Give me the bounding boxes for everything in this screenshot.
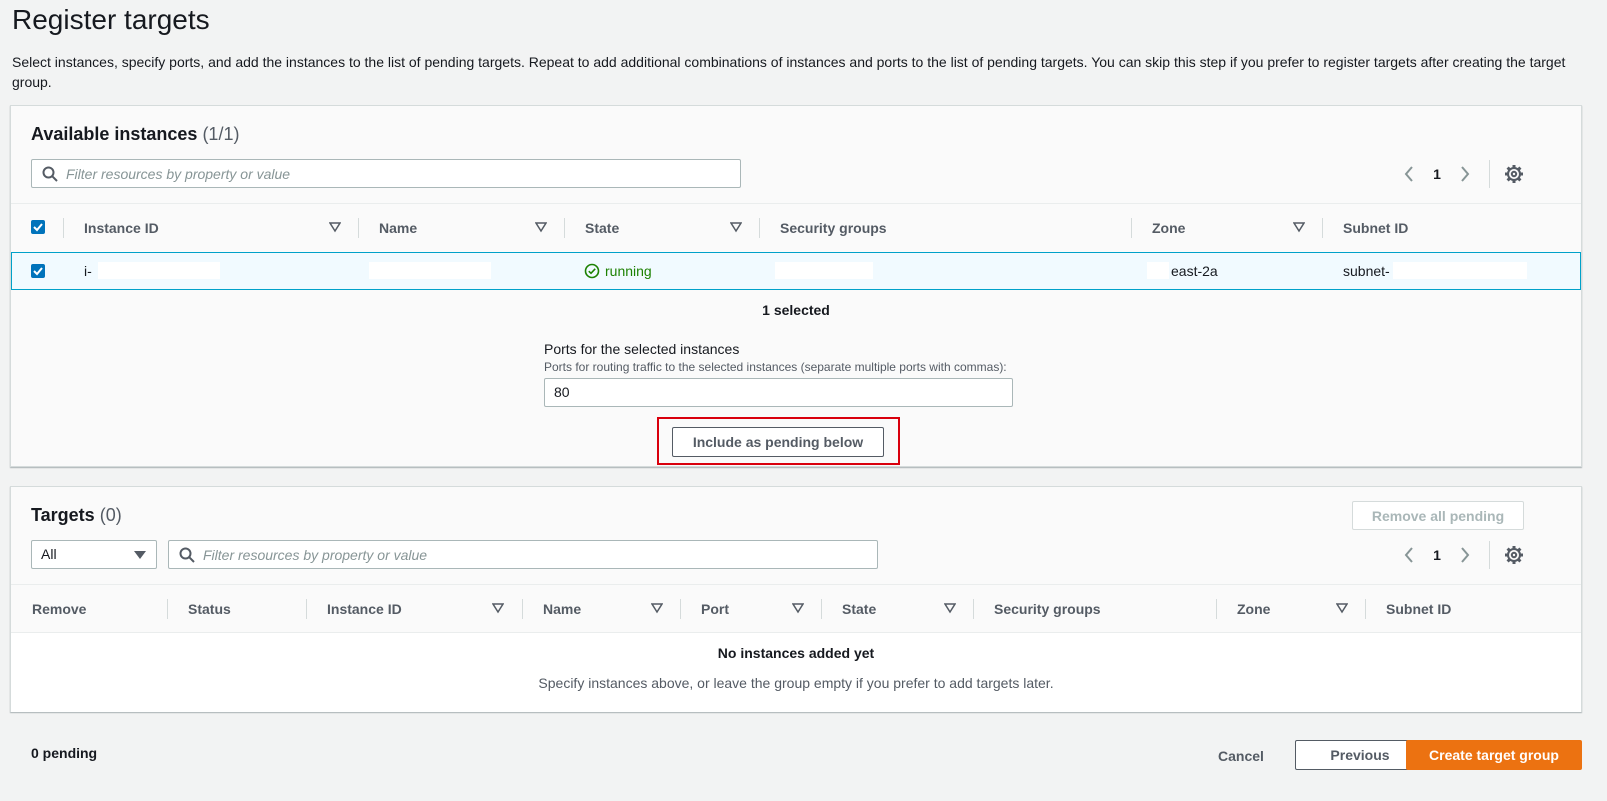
redacted-security-groups xyxy=(775,262,873,279)
select-all-checkbox[interactable] xyxy=(31,220,45,234)
column-divider xyxy=(564,218,565,238)
sort-icon[interactable] xyxy=(944,602,956,614)
ports-input[interactable]: 80 xyxy=(544,378,1013,407)
column-divider xyxy=(680,599,681,619)
chevron-left-icon[interactable] xyxy=(1399,164,1419,184)
column-state[interactable]: State xyxy=(842,585,876,633)
search-icon xyxy=(42,166,58,182)
sort-icon[interactable] xyxy=(329,221,341,233)
selected-count: 1 selected xyxy=(762,302,830,318)
empty-title: No instances added yet xyxy=(717,645,875,661)
sort-icon[interactable] xyxy=(1336,602,1348,614)
row-state: running xyxy=(605,263,652,279)
empty-description: Specify instances above, or leave the gr… xyxy=(538,675,1054,691)
targets-heading: Targets xyxy=(31,505,95,525)
column-instance-id[interactable]: Instance ID xyxy=(84,204,159,252)
sort-icon[interactable] xyxy=(730,221,742,233)
sort-icon[interactable] xyxy=(1293,221,1305,233)
column-security-groups: Security groups xyxy=(994,601,1101,617)
remove-all-pending-button[interactable]: Remove all pending xyxy=(1352,501,1524,530)
column-divider xyxy=(358,218,359,238)
targets-count: (0) xyxy=(99,505,122,525)
column-instance-id[interactable]: Instance ID xyxy=(327,585,402,633)
gear-icon[interactable] xyxy=(1504,545,1524,565)
column-remove: Remove xyxy=(32,601,87,617)
column-divider xyxy=(306,599,307,619)
targets-filter[interactable] xyxy=(168,540,878,569)
search-icon xyxy=(179,547,195,563)
targets-search-input[interactable] xyxy=(203,544,867,565)
column-divider xyxy=(63,218,64,238)
available-instances-count: (1/1) xyxy=(202,124,240,144)
pagination-divider xyxy=(1489,160,1490,188)
column-divider xyxy=(821,599,822,619)
create-target-group-button[interactable]: Create target group xyxy=(1406,740,1582,770)
row-subnet-id: subnet- xyxy=(1343,263,1390,279)
pagination-divider xyxy=(1489,541,1490,569)
available-table-header: Instance ID Name State Security groups Z… xyxy=(11,203,1581,253)
page-description: Select instances, specify ports, and add… xyxy=(12,54,1566,90)
targets-title: Targets (0) xyxy=(31,505,122,526)
chevron-right-icon[interactable] xyxy=(1455,545,1475,565)
sort-icon[interactable] xyxy=(792,602,804,614)
sort-icon[interactable] xyxy=(651,602,663,614)
filter-select-value: All xyxy=(41,546,57,562)
available-search-input[interactable] xyxy=(66,163,730,184)
targets-pagination: 1 xyxy=(1399,540,1524,570)
column-divider xyxy=(1365,599,1366,619)
column-subnet-id: Subnet ID xyxy=(1386,601,1452,617)
targets-page-number[interactable]: 1 xyxy=(1419,547,1455,563)
targets-table-header: Remove Status Instance ID Name Port Stat… xyxy=(11,584,1581,633)
chevron-right-icon[interactable] xyxy=(1455,164,1475,184)
column-security-groups: Security groups xyxy=(780,220,887,236)
redacted-instance-id xyxy=(98,262,220,279)
cancel-button[interactable]: Cancel xyxy=(1196,741,1286,771)
pending-count: 0 pending xyxy=(31,745,98,761)
available-instances-heading: Available instances xyxy=(31,124,198,144)
row-zone: east-2a xyxy=(1171,263,1218,279)
column-state[interactable]: State xyxy=(585,204,619,252)
column-divider xyxy=(759,218,760,238)
column-name[interactable]: Name xyxy=(543,585,581,633)
ports-label: Ports for the selected instances xyxy=(544,341,740,357)
include-as-pending-button[interactable]: Include as pending below xyxy=(672,427,884,457)
available-instances-title: Available instances (1/1) xyxy=(31,124,239,145)
redacted-name xyxy=(369,262,491,279)
table-row[interactable]: i- running east-2a subnet- xyxy=(11,252,1581,290)
redacted-zone-prefix xyxy=(1147,262,1169,279)
targets-panel: Targets (0) Remove all pending All 1 xyxy=(10,486,1582,712)
row-checkbox[interactable] xyxy=(31,264,45,278)
column-divider xyxy=(1322,218,1323,238)
row-instance-id: i- xyxy=(84,263,92,279)
available-filter[interactable] xyxy=(31,159,741,188)
column-subnet-id: Subnet ID xyxy=(1343,220,1409,236)
column-divider xyxy=(1131,218,1132,238)
column-zone[interactable]: Zone xyxy=(1152,204,1185,252)
column-name[interactable]: Name xyxy=(379,204,417,252)
column-divider xyxy=(1216,599,1217,619)
check-circle-icon xyxy=(584,263,600,279)
column-divider xyxy=(973,599,974,619)
sort-icon[interactable] xyxy=(535,221,547,233)
column-divider xyxy=(522,599,523,619)
page-title: Register targets xyxy=(12,4,210,35)
ports-help: Ports for routing traffic to the selecte… xyxy=(544,360,1007,374)
column-zone[interactable]: Zone xyxy=(1237,585,1270,633)
caret-down-icon xyxy=(134,551,146,559)
targets-empty-state: No instances added yet Specify instances… xyxy=(11,633,1581,712)
available-pagination: 1 xyxy=(1399,159,1524,189)
column-status: Status xyxy=(188,601,231,617)
redacted-subnet-id xyxy=(1393,262,1527,279)
column-port[interactable]: Port xyxy=(701,585,729,633)
column-divider xyxy=(167,599,168,619)
gear-icon[interactable] xyxy=(1504,164,1524,184)
targets-filter-select[interactable]: All xyxy=(31,540,157,569)
available-instances-panel: Available instances (1/1) 1 xyxy=(10,105,1582,467)
chevron-left-icon[interactable] xyxy=(1399,545,1419,565)
sort-icon[interactable] xyxy=(492,602,504,614)
available-page-number[interactable]: 1 xyxy=(1419,166,1455,182)
